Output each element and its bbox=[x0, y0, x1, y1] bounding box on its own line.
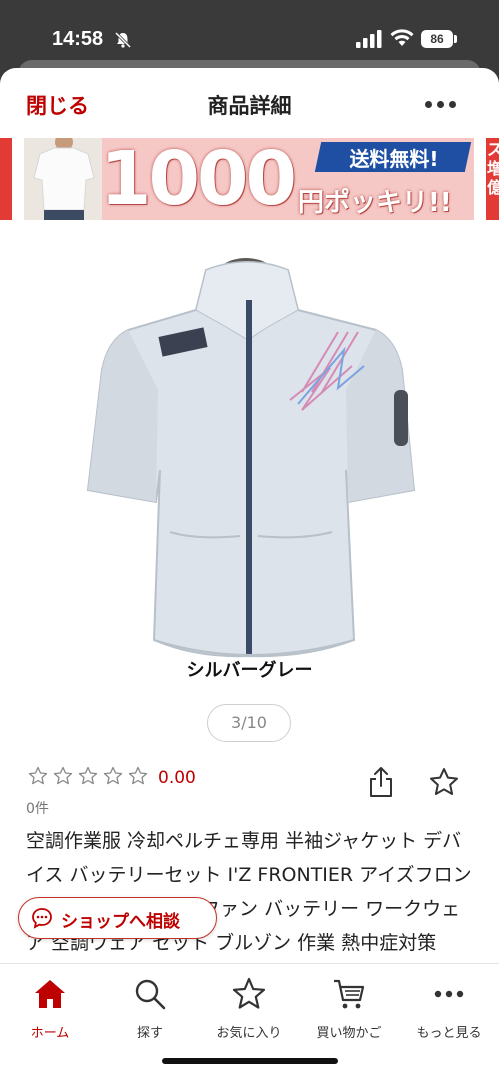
signal-icon bbox=[356, 30, 382, 48]
tab-search[interactable]: 探す bbox=[100, 972, 200, 1042]
review-count[interactable]: 0件 bbox=[26, 798, 49, 818]
tab-favorites[interactable]: お気に入り bbox=[199, 972, 299, 1042]
rating-star-icon bbox=[128, 766, 148, 785]
bell-slash-icon bbox=[114, 31, 132, 49]
image-pager: 3/10 bbox=[207, 704, 291, 742]
model-photo bbox=[24, 138, 102, 220]
home-icon bbox=[35, 980, 65, 1008]
tab-label: お気に入り bbox=[216, 1026, 282, 1041]
banner-subtext: 円ポッキリ!! bbox=[298, 188, 452, 218]
promo-banner[interactable]: 1000 送料無料! 円ポッキリ!! bbox=[24, 138, 474, 220]
prev-banner-peek bbox=[0, 138, 12, 220]
color-caption: シルバーグレー bbox=[186, 660, 313, 681]
tab-label: 買い物かご bbox=[316, 1026, 382, 1041]
rating-star-icon bbox=[53, 766, 73, 785]
more-dots-icon bbox=[434, 990, 464, 998]
chat-bubble-icon bbox=[32, 908, 52, 929]
home-indicator bbox=[162, 1058, 338, 1064]
consult-button-label: ショップへ相談 bbox=[61, 912, 180, 932]
rating-star-icon bbox=[28, 766, 48, 785]
tab-home[interactable]: ホーム bbox=[0, 972, 100, 1042]
next-banner-text: ス 増 億 bbox=[487, 140, 499, 197]
battery-icon: 86 bbox=[421, 30, 453, 48]
rating-star-icon bbox=[103, 766, 123, 785]
tab-label: 探す bbox=[136, 1026, 163, 1041]
product-image[interactable] bbox=[76, 240, 426, 660]
rating-star-icon bbox=[78, 766, 98, 785]
tab-label: ホーム bbox=[30, 1026, 70, 1041]
banner-price: 1000 bbox=[100, 138, 297, 220]
banner-ribbon-text: 送料無料! bbox=[349, 147, 439, 171]
tab-more[interactable]: もっと見る bbox=[399, 972, 499, 1042]
cart-icon bbox=[334, 979, 365, 1009]
wifi-icon bbox=[390, 29, 414, 46]
status-bar: 14:58 86 bbox=[0, 0, 499, 62]
nav-bar: 閉じる 商品詳細 bbox=[0, 68, 499, 140]
status-time: 14:58 bbox=[52, 28, 104, 50]
more-dots-icon[interactable] bbox=[420, 92, 460, 116]
promo-banner-carousel[interactable]: 1000 送料無料! 円ポッキリ!! ス 増 億 bbox=[0, 138, 499, 220]
share-icon[interactable] bbox=[368, 766, 394, 798]
product-detail-sheet: 閉じる 商品詳細 1000 送料無料! 円ポッキリ!! ス 増 億 シルバーグレ… bbox=[0, 68, 499, 1080]
star-icon bbox=[232, 977, 266, 1009]
product-title: 空調作業服 冷却ペルチェ専用 半袖ジャケット デバイス バッテリーセット I'Z… bbox=[26, 830, 472, 954]
tab-cart[interactable]: 買い物かご bbox=[299, 972, 399, 1042]
favorite-star-icon[interactable] bbox=[428, 766, 460, 798]
search-icon bbox=[135, 979, 166, 1010]
rating-value[interactable]: 0.00 bbox=[158, 768, 196, 788]
consult-shop-button[interactable]: ショップへ相談 bbox=[18, 897, 217, 939]
tab-label: もっと見る bbox=[416, 1026, 482, 1041]
battery-tip bbox=[454, 35, 457, 43]
